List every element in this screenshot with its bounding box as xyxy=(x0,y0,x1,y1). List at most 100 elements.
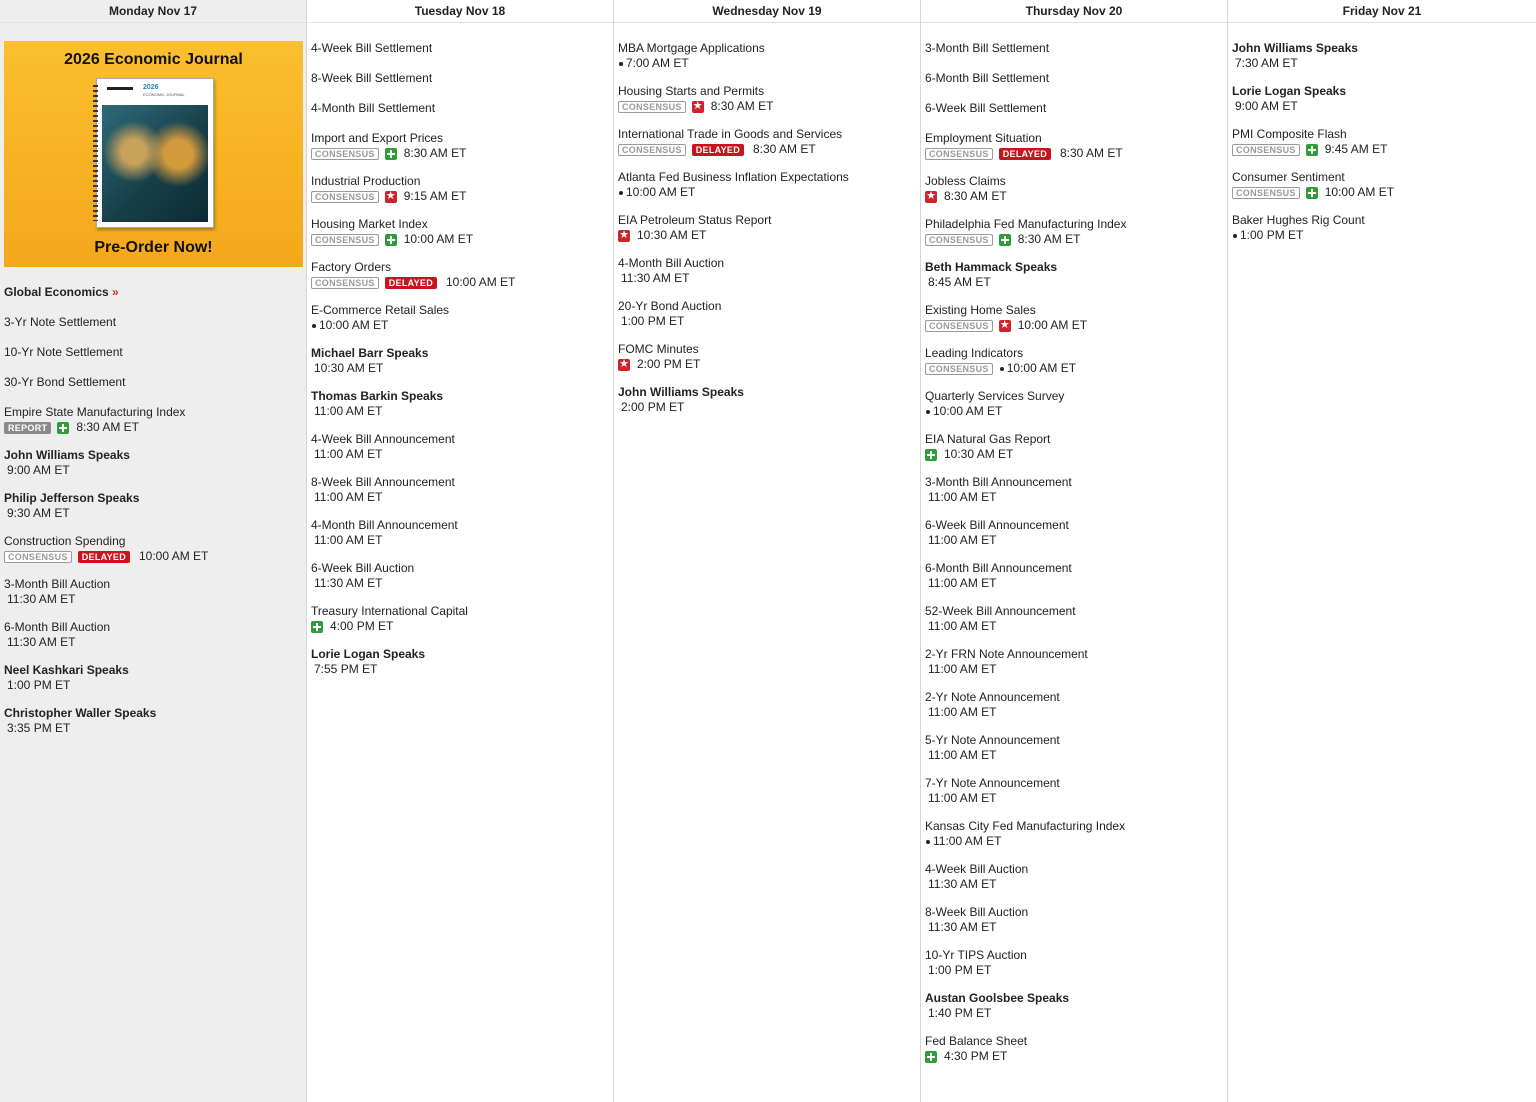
delayed-badge[interactable]: DELAYED xyxy=(691,143,744,156)
event-name[interactable]: Philadelphia Fed Manufacturing Index xyxy=(925,217,1227,232)
event-item[interactable]: 30-Yr Bond Settlement xyxy=(4,375,306,405)
event-name[interactable]: 2-Yr Note Announcement xyxy=(925,690,1227,705)
event-item[interactable]: Christopher Waller Speaks 3:35 PM ET xyxy=(4,706,306,736)
event-item[interactable]: Lorie Logan Speaks 7:55 PM ET xyxy=(311,647,613,677)
event-item[interactable]: John Williams Speaks 7:30 AM ET xyxy=(1232,41,1536,71)
event-name[interactable]: 8-Week Bill Settlement xyxy=(311,71,613,86)
event-item[interactable]: 3-Month Bill Announcement 11:00 AM ET xyxy=(925,475,1227,505)
event-item[interactable]: Housing Market Index CONSENSUS 10:00 AM ET xyxy=(311,217,613,247)
event-name[interactable]: 6-Month Bill Auction xyxy=(4,620,306,635)
star-icon[interactable] xyxy=(618,228,630,243)
event-name[interactable]: Quarterly Services Survey xyxy=(925,389,1227,404)
event-item[interactable]: Thomas Barkin Speaks 11:00 AM ET xyxy=(311,389,613,419)
event-name[interactable]: 52-Week Bill Announcement xyxy=(925,604,1227,619)
consensus-badge[interactable]: CONSENSUS xyxy=(311,147,379,160)
event-item[interactable]: EIA Petroleum Status Report10:30 AM ET xyxy=(618,213,920,243)
plus-icon[interactable] xyxy=(925,1050,937,1063)
event-name[interactable]: FOMC Minutes xyxy=(618,342,920,357)
event-item[interactable]: 10-Yr TIPS Auction 1:00 PM ET xyxy=(925,948,1227,978)
event-name[interactable]: 3-Month Bill Auction xyxy=(4,577,306,592)
event-name[interactable]: Atlanta Fed Business Inflation Expectati… xyxy=(618,170,920,185)
event-name[interactable]: 3-Month Bill Settlement xyxy=(925,41,1227,56)
event-item[interactable]: E-Commerce Retail Sales 10:00 AM ET xyxy=(311,303,613,333)
event-item[interactable]: PMI Composite Flash CONSENSUS 9:45 AM ET xyxy=(1232,127,1536,157)
event-item[interactable]: Baker Hughes Rig Count 1:00 PM ET xyxy=(1232,213,1536,243)
event-name[interactable]: 7-Yr Note Announcement xyxy=(925,776,1227,791)
event-name[interactable]: Employment Situation xyxy=(925,131,1227,146)
event-name[interactable]: E-Commerce Retail Sales xyxy=(311,303,613,318)
event-name[interactable]: 3-Yr Note Settlement xyxy=(4,315,306,330)
speaker-name[interactable]: Lorie Logan Speaks xyxy=(311,647,613,662)
event-item[interactable]: MBA Mortgage Applications 7:00 AM ET xyxy=(618,41,920,71)
consensus-badge[interactable]: CONSENSUS xyxy=(925,362,993,375)
event-item[interactable]: EIA Natural Gas Report 10:30 AM ET xyxy=(925,432,1227,462)
star-icon[interactable] xyxy=(618,357,630,372)
event-item[interactable]: Treasury International Capital 4:00 PM ET xyxy=(311,604,613,634)
event-name[interactable]: 4-Month Bill Settlement xyxy=(311,101,613,116)
plus-icon[interactable] xyxy=(1305,186,1318,199)
event-name[interactable]: Existing Home Sales xyxy=(925,303,1227,318)
event-name[interactable]: 6-Month Bill Announcement xyxy=(925,561,1227,576)
event-item[interactable]: 8-Week Bill Auction 11:30 AM ET xyxy=(925,905,1227,935)
consensus-badge[interactable]: CONSENSUS xyxy=(925,147,993,160)
event-item[interactable]: 4-Week Bill Settlement xyxy=(311,41,613,71)
speaker-name[interactable]: Austan Goolsbee Speaks xyxy=(925,991,1227,1006)
event-item[interactable]: 10-Yr Note Settlement xyxy=(4,345,306,375)
event-name[interactable]: MBA Mortgage Applications xyxy=(618,41,920,56)
plus-icon[interactable] xyxy=(1305,143,1318,156)
event-item[interactable]: Empire State Manufacturing Index REPORT 8:… xyxy=(4,405,306,435)
event-name[interactable]: Baker Hughes Rig Count xyxy=(1232,213,1536,228)
event-item[interactable]: 52-Week Bill Announcement 11:00 AM ET xyxy=(925,604,1227,634)
event-item[interactable]: 8-Week Bill Settlement xyxy=(311,71,613,101)
event-item[interactable]: 6-Month Bill Settlement xyxy=(925,71,1227,101)
event-name[interactable]: Construction Spending xyxy=(4,534,306,549)
event-name[interactable]: 8-Week Bill Auction xyxy=(925,905,1227,920)
event-name[interactable]: 4-Month Bill Announcement xyxy=(311,518,613,533)
event-item[interactable]: 6-Week Bill Auction 11:30 AM ET xyxy=(311,561,613,591)
star-icon[interactable] xyxy=(691,99,704,114)
event-item[interactable]: Lorie Logan Speaks 9:00 AM ET xyxy=(1232,84,1536,114)
event-name[interactable]: Treasury International Capital xyxy=(311,604,613,619)
event-item[interactable]: Philip Jefferson Speaks 9:30 AM ET xyxy=(4,491,306,521)
event-item[interactable]: Austan Goolsbee Speaks 1:40 PM ET xyxy=(925,991,1227,1021)
event-item[interactable]: 6-Month Bill Auction 11:30 AM ET xyxy=(4,620,306,650)
event-item[interactable]: 3-Month Bill Settlement xyxy=(925,41,1227,71)
event-item[interactable]: Neel Kashkari Speaks 1:00 PM ET xyxy=(4,663,306,693)
event-item[interactable]: FOMC Minutes2:00 PM ET xyxy=(618,342,920,372)
event-name[interactable]: 20-Yr Bond Auction xyxy=(618,299,920,314)
event-name[interactable]: Factory Orders xyxy=(311,260,613,275)
event-item[interactable]: Leading Indicators CONSENSUS 10:00 AM ET xyxy=(925,346,1227,376)
event-name[interactable]: EIA Petroleum Status Report xyxy=(618,213,920,228)
event-item[interactable]: 8-Week Bill Announcement 11:00 AM ET xyxy=(311,475,613,505)
consensus-badge[interactable]: CONSENSUS xyxy=(311,233,379,246)
event-name[interactable]: 6-Week Bill Auction xyxy=(311,561,613,576)
event-item[interactable]: International Trade in Goods and Service… xyxy=(618,127,920,157)
star-icon[interactable] xyxy=(998,318,1011,333)
speaker-name[interactable]: Thomas Barkin Speaks xyxy=(311,389,613,404)
delayed-badge[interactable]: DELAYED xyxy=(384,276,437,289)
event-item[interactable]: 2-Yr Note Announcement 11:00 AM ET xyxy=(925,690,1227,720)
event-name[interactable]: 6-Week Bill Announcement xyxy=(925,518,1227,533)
event-name[interactable]: 10-Yr TIPS Auction xyxy=(925,948,1227,963)
speaker-name[interactable]: Michael Barr Speaks xyxy=(311,346,613,361)
event-name[interactable]: Leading Indicators xyxy=(925,346,1227,361)
event-item[interactable]: Fed Balance Sheet 4:30 PM ET xyxy=(925,1034,1227,1064)
delayed-badge[interactable]: DELAYED xyxy=(998,147,1051,160)
event-item[interactable]: Philadelphia Fed Manufacturing Index CONS… xyxy=(925,217,1227,247)
speaker-name[interactable]: Philip Jefferson Speaks xyxy=(4,491,306,506)
event-item[interactable]: 4-Month Bill Settlement xyxy=(311,101,613,131)
event-name[interactable]: 3-Month Bill Announcement xyxy=(925,475,1227,490)
consensus-badge[interactable]: CONSENSUS xyxy=(618,143,686,156)
event-item[interactable]: 20-Yr Bond Auction 1:00 PM ET xyxy=(618,299,920,329)
speaker-name[interactable]: John Williams Speaks xyxy=(1232,41,1536,56)
event-item[interactable]: John Williams Speaks 9:00 AM ET xyxy=(4,448,306,478)
pre-order-link[interactable]: Pre-Order Now! xyxy=(4,239,303,257)
event-item[interactable]: 6-Week Bill Settlement xyxy=(925,101,1227,131)
event-item[interactable]: 3-Yr Note Settlement xyxy=(4,315,306,345)
global-economics-link[interactable]: Global Economics » xyxy=(4,275,306,305)
event-name[interactable]: Fed Balance Sheet xyxy=(925,1034,1227,1049)
consensus-badge[interactable]: CONSENSUS xyxy=(925,319,993,332)
star-icon[interactable] xyxy=(384,189,397,204)
delayed-badge[interactable]: DELAYED xyxy=(77,550,130,563)
report-badge[interactable]: REPORT xyxy=(4,421,52,434)
